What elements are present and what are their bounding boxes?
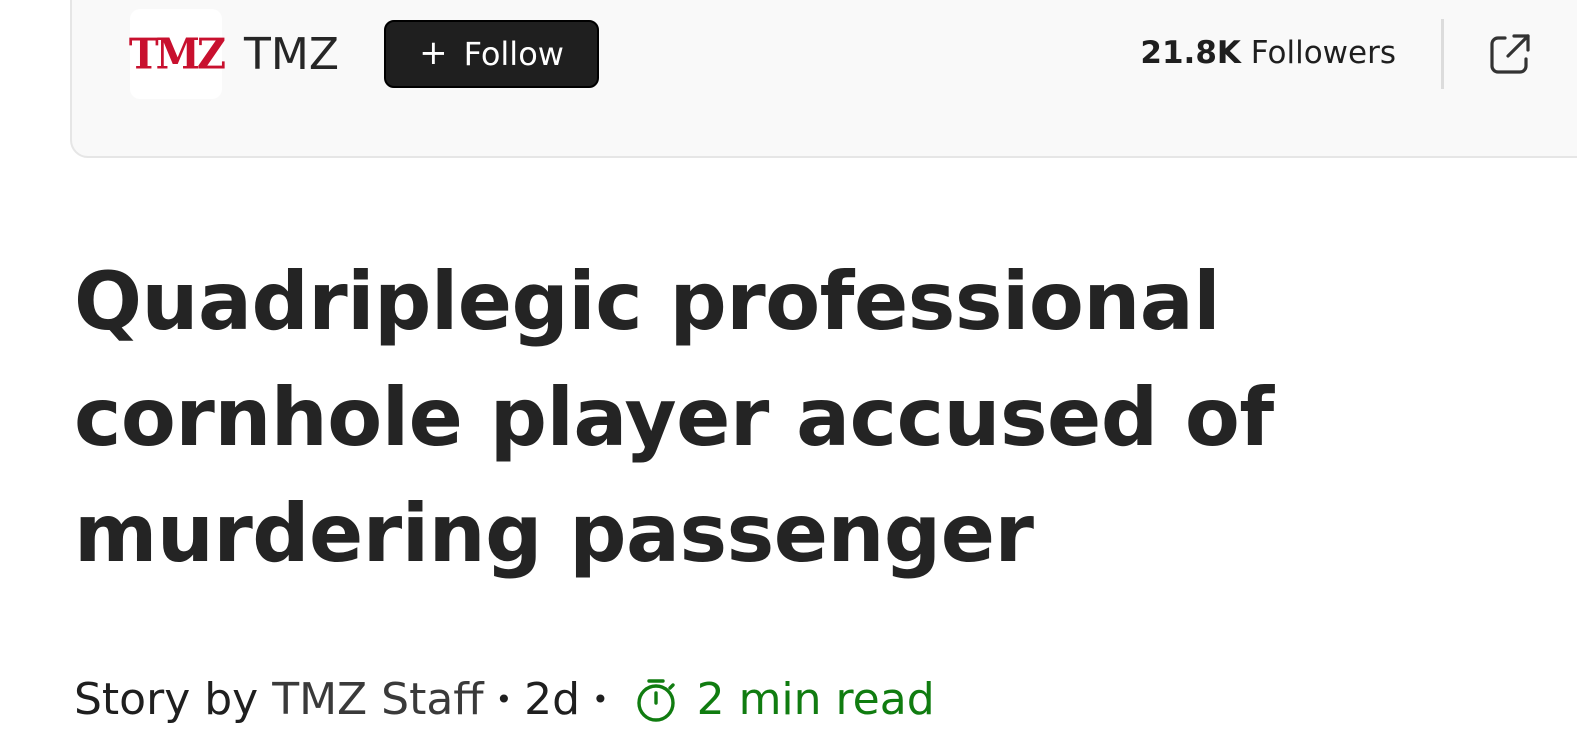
divider (1441, 19, 1444, 89)
author-link[interactable]: TMZ Staff (272, 672, 483, 728)
read-time: 2 min read (696, 674, 935, 725)
byline-prefix: Story by (74, 674, 259, 725)
article-age: 2d (524, 674, 581, 725)
follow-button[interactable]: + Follow (384, 20, 599, 88)
separator-dot: • (592, 683, 609, 716)
follow-label: Follow (463, 35, 564, 73)
publisher-name[interactable]: TMZ (244, 28, 339, 82)
open-in-new-window-icon[interactable] (1488, 32, 1532, 76)
publisher-logo-text: TMZ (128, 29, 226, 79)
followers-count: 21.8K Followers (1140, 33, 1396, 73)
separator-dot: • (495, 683, 513, 716)
publisher-logo[interactable]: TMZ (128, 9, 226, 99)
followers-label: Followers (1250, 35, 1396, 71)
article-headline: Quadriplegic professional cornhole playe… (74, 255, 1274, 580)
followers-number: 21.8K (1140, 35, 1241, 71)
article-page: TMZ TMZ + Follow 21.8K Followers Quadrip… (0, 0, 1577, 731)
article-byline: Story by TMZ Staff • 2d • 2 min read (74, 672, 935, 728)
plus-icon: + (419, 33, 448, 73)
timer-icon (636, 679, 675, 722)
